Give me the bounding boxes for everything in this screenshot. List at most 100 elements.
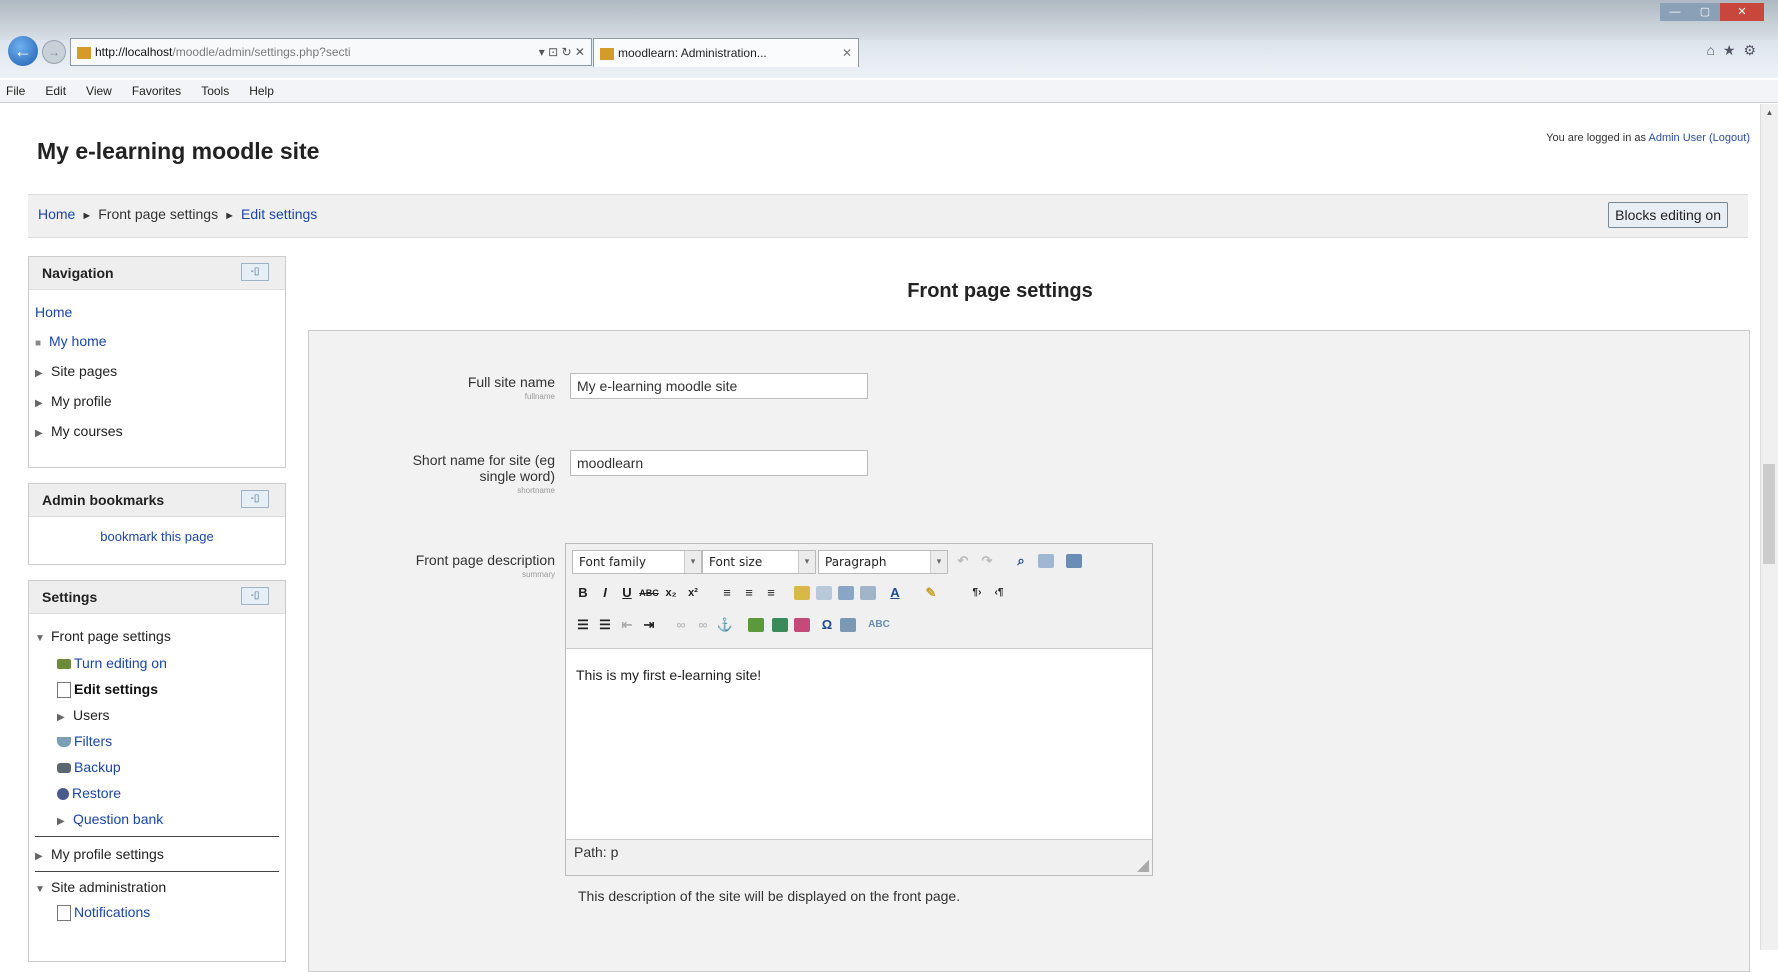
nav-item-my-courses[interactable]: My courses [51,423,123,439]
collapse-arrow-icon[interactable]: ▼ [35,625,51,653]
expand-arrow-icon[interactable]: ▶ [35,840,51,874]
media-icon[interactable] [772,618,788,632]
menu-favorites[interactable]: Favorites [132,84,181,98]
minimize-button[interactable]: — [1660,3,1690,21]
background-color-icon[interactable]: ✎ [920,582,942,604]
menu-file[interactable]: File [6,84,25,98]
expand-arrow-icon[interactable]: ▶ [57,809,73,835]
shortname-input[interactable]: moodlearn [570,450,868,476]
nav-item-my-home[interactable]: My home [49,333,107,349]
breadcrumb-home[interactable]: Home [38,206,75,222]
outdent-icon[interactable]: ⇤ [616,614,638,636]
spellcheck-icon[interactable]: ABC [868,614,890,636]
browser-tab[interactable]: moodlearn: Administration... ✕ [593,38,859,67]
font-size-select[interactable]: Font size ▾ [702,550,816,574]
align-left-icon[interactable]: ≡ [716,582,738,604]
anchor-icon[interactable]: ⚓ [714,614,736,636]
blocks-editing-button[interactable]: Blocks editing on [1608,202,1728,228]
dock-block-icon[interactable]: -▯ [241,490,269,508]
eraser-icon[interactable] [816,586,832,600]
close-window-button[interactable]: ✕ [1720,3,1764,21]
settings-site-administration[interactable]: Site administration [51,879,166,895]
settings-filters[interactable]: Filters [74,733,112,749]
strikethrough-icon[interactable]: ABC [638,582,660,604]
editor-content[interactable]: This is my first e-learning site! [576,667,761,683]
resize-grip-icon[interactable] [1137,860,1149,872]
ltr-icon[interactable]: ¶› [966,582,988,604]
paste-word-icon[interactable] [860,586,876,600]
image-icon[interactable] [748,618,764,632]
browser-toolbar-icons[interactable]: ⌂★⚙ [1706,42,1764,59]
redo-icon[interactable]: ↷ [976,550,998,572]
user-link[interactable]: Admin User [1648,132,1705,144]
back-arrow-icon[interactable]: ← [8,36,38,66]
nav-item-site-pages[interactable]: Site pages [51,363,117,379]
settings-backup[interactable]: Backup [74,759,121,775]
align-right-icon[interactable]: ≡ [760,582,782,604]
settings-notifications[interactable]: Notifications [74,904,150,920]
settings-restore[interactable]: Restore [72,785,121,801]
replace-icon[interactable] [1038,554,1054,568]
superscript-icon[interactable]: x² [682,582,704,604]
maximize-button[interactable]: ▢ [1690,3,1720,21]
unordered-list-icon[interactable]: ☰ [572,614,594,636]
menu-tools[interactable]: Tools [201,84,229,98]
menu-view[interactable]: View [86,84,112,98]
subscript-icon[interactable]: x₂ [660,582,682,604]
italic-icon[interactable]: I [594,582,616,604]
format-select[interactable]: Paragraph ▾ [818,550,948,574]
fullname-input[interactable]: My e-learning moodle site [570,373,868,399]
dock-block-icon[interactable]: -▯ [241,263,269,281]
settings-turn-editing-on[interactable]: Turn editing on [74,655,167,671]
find-icon[interactable]: ⌕ [1010,550,1032,572]
address-controls[interactable]: ▾ ⊡ ↻ ✕ [539,39,585,65]
expand-arrow-icon[interactable]: ▶ [35,389,51,419]
menu-edit[interactable]: Edit [45,84,66,98]
table-icon[interactable] [840,618,856,632]
settings-front-page-settings[interactable]: Front page settings [51,628,171,644]
backup-icon [57,763,71,774]
scroll-thumb[interactable] [1763,464,1775,564]
page-scrollbar[interactable]: ▲ [1760,104,1778,950]
settings-question-bank[interactable]: Question bank [73,811,163,827]
expand-arrow-icon[interactable]: ▶ [35,419,51,449]
undo-icon[interactable]: ↶ [952,550,974,572]
font-family-select[interactable]: Font family ▾ [572,550,702,574]
settings-edit-settings[interactable]: Edit settings [74,681,158,697]
scroll-up-icon[interactable]: ▲ [1761,104,1778,121]
site-title: My e-learning moodle site [37,138,320,164]
bold-icon[interactable]: B [572,582,594,604]
description-key: summary [522,570,555,579]
special-character-icon[interactable]: Ω [816,614,838,636]
window-controls: — ▢ ✕ [1660,2,1770,24]
fullname-key: fullname [524,392,555,401]
collapse-arrow-icon[interactable]: ▼ [35,875,51,905]
ordered-list-icon[interactable]: ☰ [594,614,616,636]
emoticon-icon[interactable] [794,618,810,632]
settings-tree: ▼ Front page settings Turn editing on Edi… [29,614,285,934]
settings-my-profile-settings[interactable]: My profile settings [51,846,164,862]
bookmark-this-page-link[interactable]: bookmark this page [100,529,213,544]
underline-icon[interactable]: U [616,582,638,604]
tab-close-icon[interactable]: ✕ [842,39,852,67]
dock-block-icon[interactable]: -▯ [241,587,269,605]
menu-help[interactable]: Help [249,84,274,98]
forward-arrow-icon[interactable]: → [42,40,66,64]
unlink-icon[interactable]: ∞ [692,614,714,636]
expand-arrow-icon[interactable]: ▶ [35,359,51,389]
indent-icon[interactable]: ⇥ [638,614,660,636]
paste-text-icon[interactable] [838,586,854,600]
link-icon[interactable]: ∞ [670,614,692,636]
fullscreen-icon[interactable] [1066,554,1082,568]
settings-users[interactable]: Users [73,707,110,723]
align-center-icon[interactable]: ≡ [738,582,760,604]
logout-link[interactable]: (Logout) [1709,132,1750,144]
nav-item-my-profile[interactable]: My profile [51,393,112,409]
clean-code-icon[interactable] [794,586,810,600]
editor-content-area[interactable]: This is my first e-learning site! [566,648,1152,840]
address-bar[interactable]: http://localhost/moodle/admin/settings.p… [70,38,592,66]
text-color-icon[interactable]: A [884,582,906,604]
rtl-icon[interactable]: ‹¶ [988,582,1010,604]
nav-item-home[interactable]: Home [35,304,72,320]
breadcrumb-edit-settings[interactable]: Edit settings [241,206,317,222]
